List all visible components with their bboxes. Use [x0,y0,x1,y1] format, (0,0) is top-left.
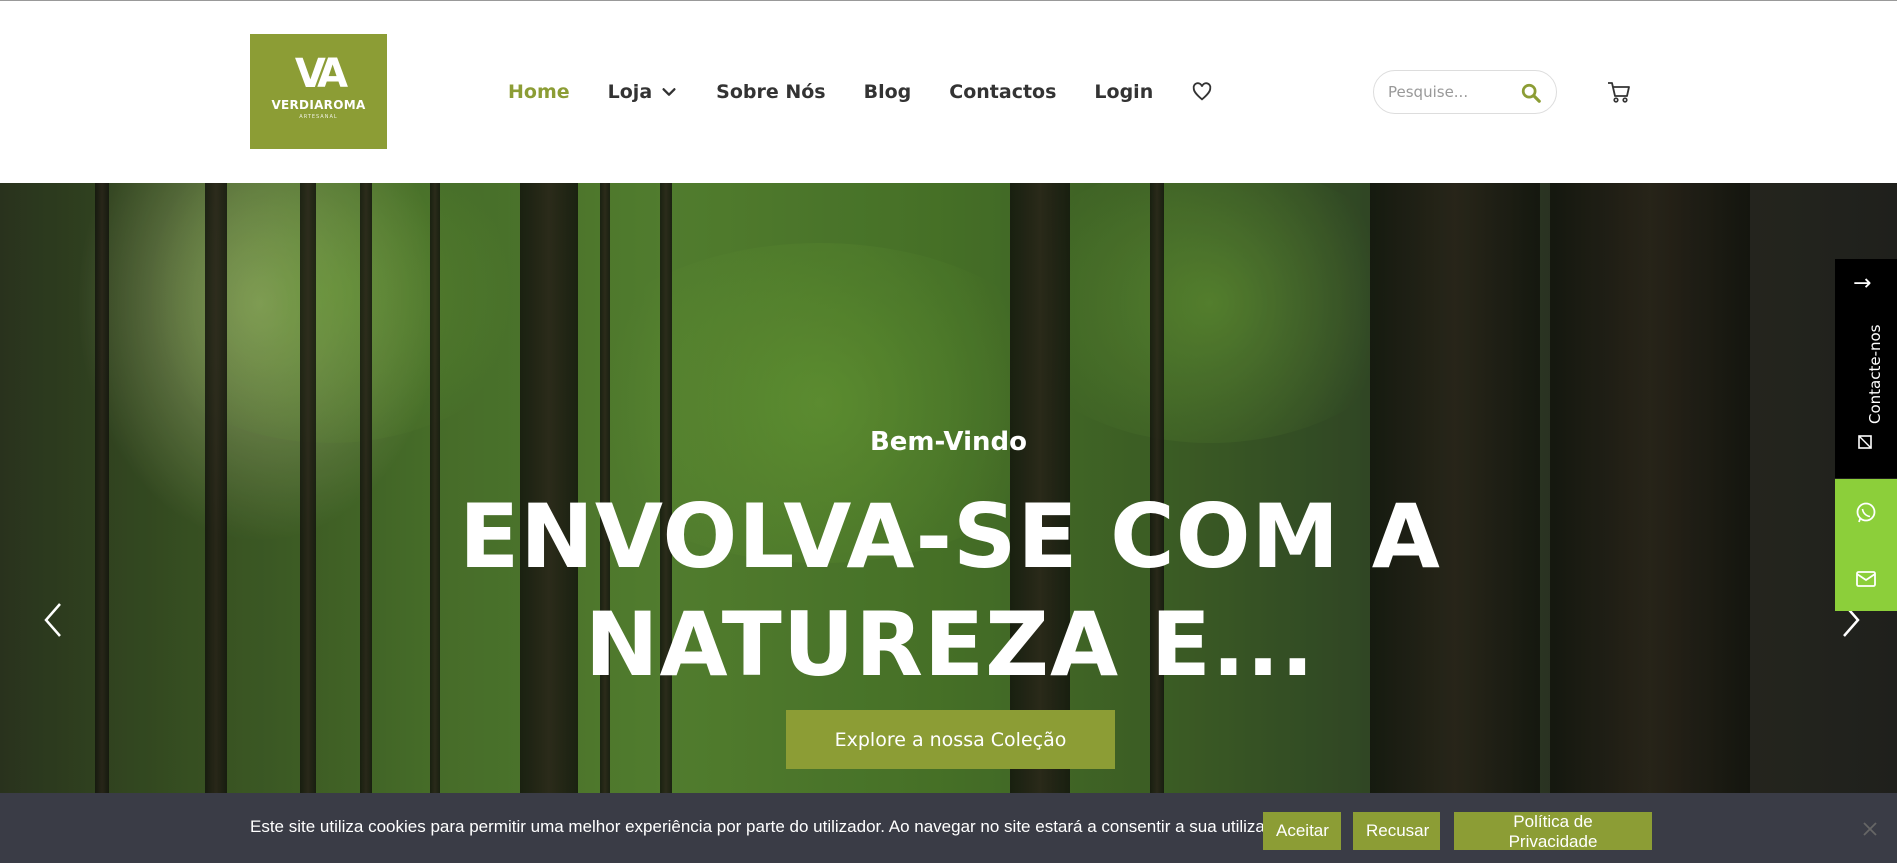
search-input[interactable] [1388,83,1508,101]
accept-cookies-button[interactable]: Aceitar [1263,812,1341,850]
reject-cookies-button[interactable]: Recusar [1353,812,1440,850]
nav-item-loja[interactable]: Loja [608,81,679,103]
search-box [1373,70,1557,114]
mail-icon [1858,435,1872,449]
logo-mark: VA [294,51,348,97]
chevron-left-icon[interactable] [38,598,68,642]
cookie-banner: Este site utiliza cookies para permitir … [0,793,1897,863]
privacy-policy-button[interactable]: Política de Privacidade [1454,812,1652,851]
search-icon[interactable] [1520,82,1542,104]
cookie-text: Este site utiliza cookies para permitir … [250,817,1297,836]
heart-icon [1193,82,1212,101]
chevron-down-icon [662,88,676,96]
site-header: VA VERDIAROMA ARTESANAL Home Loja Sobre … [0,1,1897,183]
brand-logo[interactable]: VA VERDIAROMA ARTESANAL [250,34,387,149]
main-nav: Home Loja Sobre Nós Blog Contactos Login [508,77,1251,107]
nav-item-login[interactable]: Login [1094,81,1153,103]
side-contact-tab[interactable]: → Contacte-nos [1835,259,1897,478]
whatsapp-icon[interactable] [1854,501,1878,525]
close-icon[interactable] [1862,821,1878,837]
side-contact-label: Contacte-nos [1866,324,1884,425]
side-quick-contact [1835,479,1897,611]
nav-item-loja-label: Loja [607,81,653,103]
hero-slider: Bem-Vindo ENVOLVA-SE COM A NATUREZA E...… [0,183,1897,863]
logo-subtitle: ARTESANAL [299,114,338,120]
arrow-right-icon: → [1853,271,1872,296]
logo-name: VERDIAROMA [271,98,366,112]
explore-collection-button[interactable]: Explore a nossa Coleção [786,710,1115,769]
nav-item-sobre-nos[interactable]: Sobre Nós [716,81,825,103]
envelope-icon[interactable] [1854,567,1878,591]
nav-item-home[interactable]: Home [508,81,570,103]
hero-title: ENVOLVA-SE COM A NATUREZA E... [459,485,1441,696]
nav-item-contactos[interactable]: Contactos [949,81,1056,103]
cart-icon[interactable] [1606,79,1632,105]
nav-item-blog[interactable]: Blog [864,81,912,103]
wishlist-link[interactable] [1191,81,1213,103]
hero-subtitle: Bem-Vindo [869,427,1027,457]
